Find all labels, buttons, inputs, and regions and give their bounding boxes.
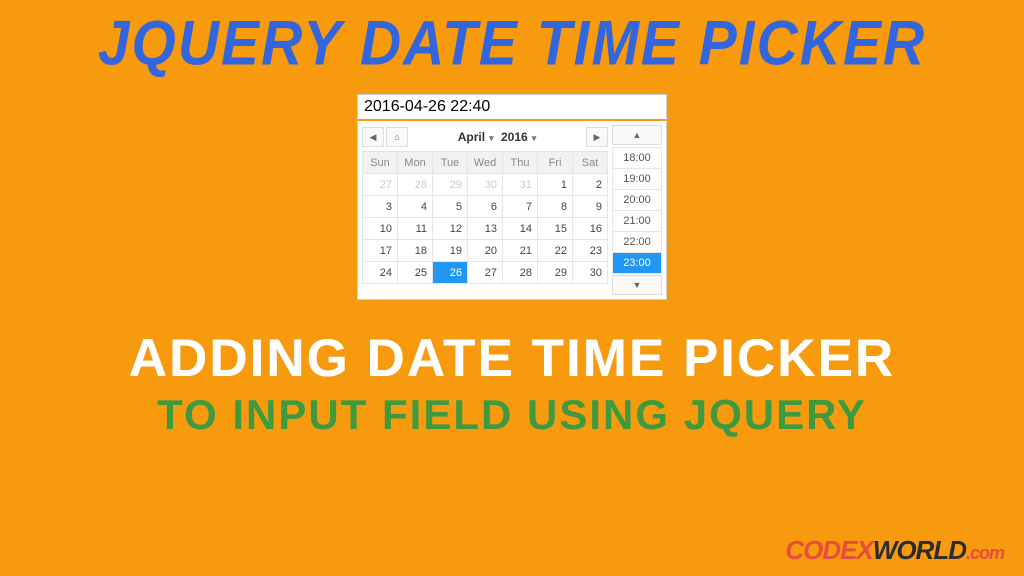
chevron-down-icon: ▾	[532, 133, 537, 143]
calendar-panel: ◀ ⌂ April▾ 2016▾ ▶ SunMonTueWedThuFriSat…	[362, 125, 608, 295]
calendar-day[interactable]: 19	[433, 240, 468, 262]
brand-part-1: CODEX	[785, 535, 872, 565]
calendar-day[interactable]: 16	[573, 218, 608, 240]
calendar-day[interactable]: 27	[363, 174, 398, 196]
calendar-day[interactable]: 10	[363, 218, 398, 240]
calendar-day[interactable]: 15	[538, 218, 573, 240]
calendar-day[interactable]: 20	[468, 240, 503, 262]
calendar-day[interactable]: 18	[398, 240, 433, 262]
time-option[interactable]: 23:00	[612, 252, 662, 274]
calendar-day[interactable]: 2	[573, 174, 608, 196]
time-option[interactable]: 22:00	[612, 231, 662, 253]
next-month-button[interactable]: ▶	[586, 127, 608, 147]
calendar-day[interactable]: 30	[468, 174, 503, 196]
calendar-day[interactable]: 31	[503, 174, 538, 196]
calendar-day[interactable]: 29	[433, 174, 468, 196]
dow-header: Fri	[538, 152, 573, 174]
brand-part-3: .com	[966, 543, 1004, 563]
dow-header: Thu	[503, 152, 538, 174]
calendar-day[interactable]: 23	[573, 240, 608, 262]
time-option[interactable]: 18:00	[612, 147, 662, 169]
calendar-day[interactable]: 28	[398, 174, 433, 196]
calendar-day[interactable]: 24	[363, 262, 398, 284]
calendar-day[interactable]: 22	[538, 240, 573, 262]
calendar-day[interactable]: 17	[363, 240, 398, 262]
calendar-day[interactable]: 12	[433, 218, 468, 240]
chevron-down-icon: ▾	[489, 133, 494, 143]
calendar-day[interactable]: 13	[468, 218, 503, 240]
dow-header: Tue	[433, 152, 468, 174]
brand-part-2: WORLD	[873, 535, 966, 565]
calendar-day[interactable]: 27	[468, 262, 503, 284]
headline-top: JQuery Date Time Picker	[0, 0, 1024, 80]
footer-brand: CODEXWORLD.com	[785, 535, 1004, 566]
calendar-grid: SunMonTueWedThuFriSat 272829303112345678…	[362, 151, 608, 284]
datetime-input[interactable]	[358, 95, 666, 121]
time-option[interactable]: 21:00	[612, 210, 662, 232]
calendar-day[interactable]: 1	[538, 174, 573, 196]
dow-header: Sat	[573, 152, 608, 174]
calendar-day[interactable]: 21	[503, 240, 538, 262]
time-option[interactable]: 20:00	[612, 189, 662, 211]
prev-month-button[interactable]: ◀	[362, 127, 384, 147]
calendar-day[interactable]: 9	[573, 196, 608, 218]
subheading-2: to Input Field using jQuery	[0, 391, 1024, 439]
dow-header: Wed	[468, 152, 503, 174]
subheading-1: Adding Date Time Picker	[0, 328, 1024, 389]
calendar-day[interactable]: 29	[538, 262, 573, 284]
year-label: 2016	[501, 130, 528, 144]
month-year-label[interactable]: April ▾ 2016 ▾	[410, 130, 584, 144]
dow-header: Mon	[398, 152, 433, 174]
datetimepicker: ◀ ⌂ April▾ 2016▾ ▶ SunMonTueWedThuFriSat…	[357, 94, 667, 300]
time-scroll-up-button[interactable]: ▲	[612, 125, 662, 145]
dow-header: Sun	[363, 152, 398, 174]
calendar-day[interactable]: 5	[433, 196, 468, 218]
time-option[interactable]: 19:00	[612, 168, 662, 190]
calendar-day[interactable]: 8	[538, 196, 573, 218]
calendar-day[interactable]: 26	[433, 262, 468, 284]
calendar-day[interactable]: 3	[363, 196, 398, 218]
calendar-day[interactable]: 6	[468, 196, 503, 218]
time-panel: ▲ 18:0019:0020:0021:0022:0023:00 ▼	[612, 125, 662, 295]
calendar-day[interactable]: 28	[503, 262, 538, 284]
calendar-day[interactable]: 30	[573, 262, 608, 284]
calendar-day[interactable]: 11	[398, 218, 433, 240]
month-label: April	[458, 130, 485, 144]
calendar-day[interactable]: 4	[398, 196, 433, 218]
time-scroll-down-button[interactable]: ▼	[612, 275, 662, 295]
calendar-day[interactable]: 14	[503, 218, 538, 240]
calendar-day[interactable]: 25	[398, 262, 433, 284]
calendar-day[interactable]: 7	[503, 196, 538, 218]
today-button[interactable]: ⌂	[386, 127, 408, 147]
